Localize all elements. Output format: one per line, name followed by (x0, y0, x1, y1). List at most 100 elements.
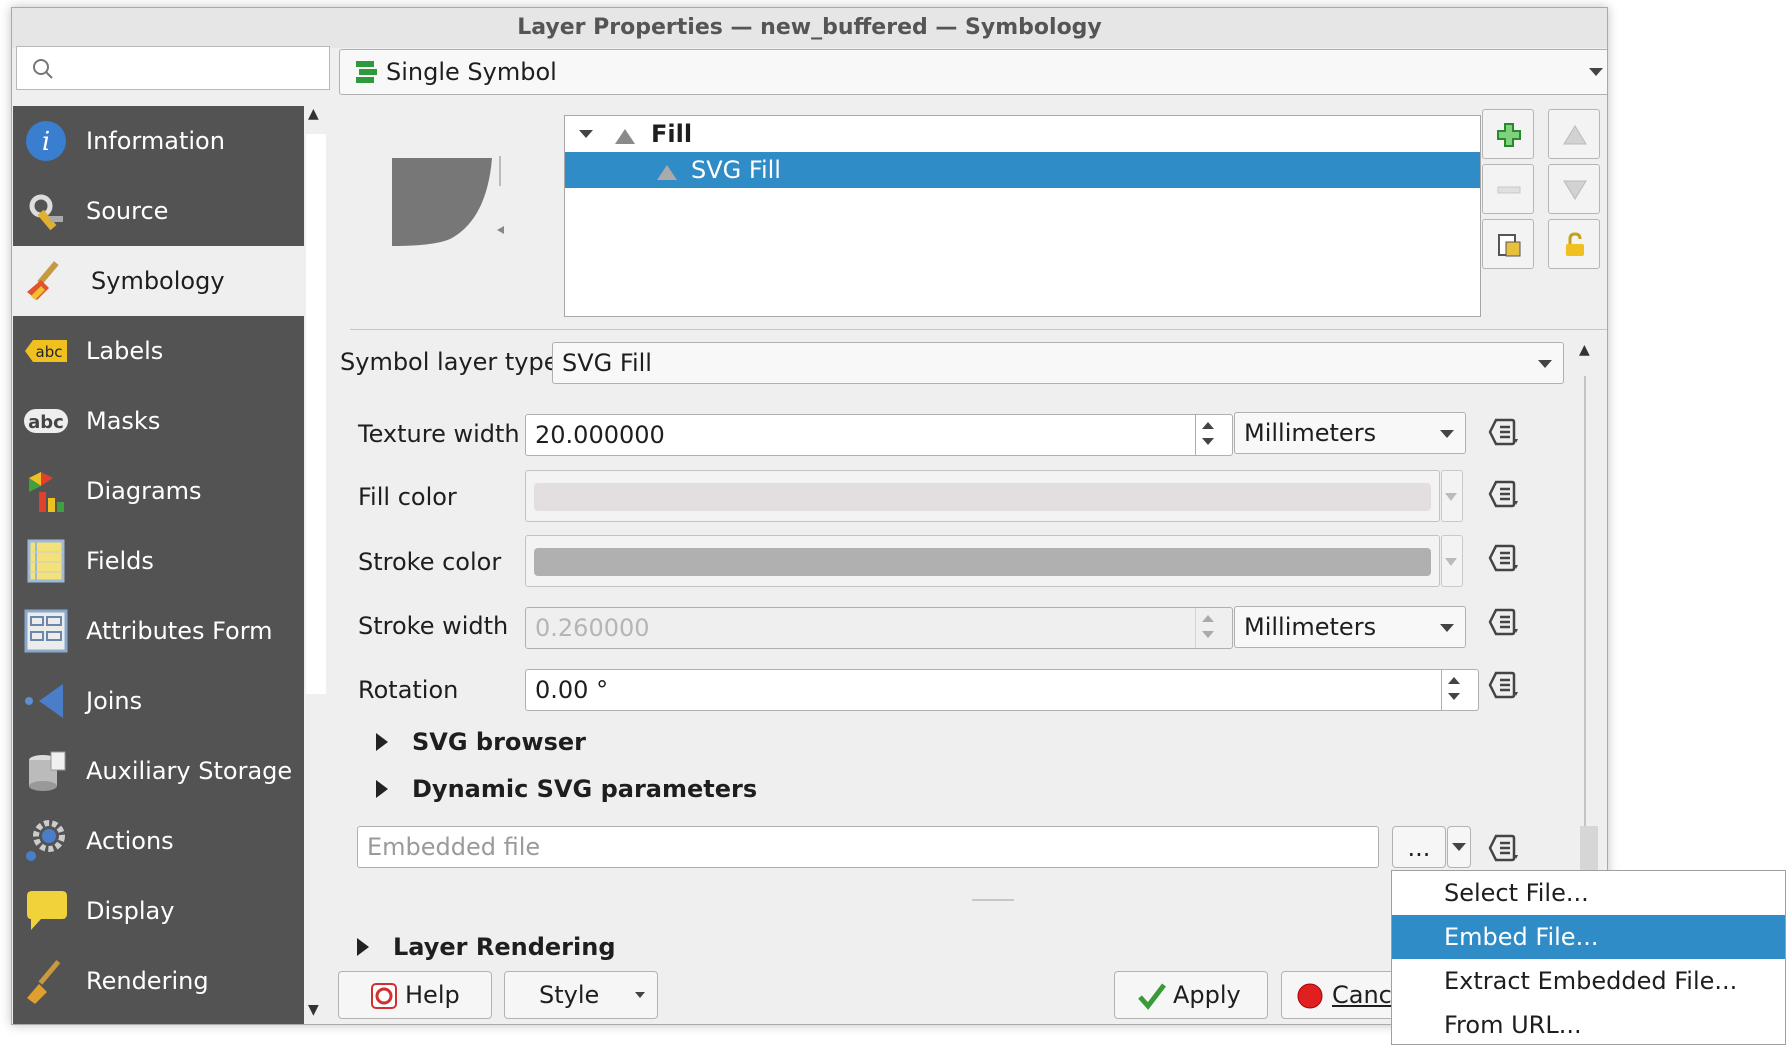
help-button[interactable]: Help (338, 971, 492, 1019)
sidebar-item-actions[interactable]: Actions (13, 806, 304, 876)
texture-width-value: 20.000000 (535, 421, 665, 449)
rendering-brush-icon (27, 959, 61, 1004)
symbol-layer-tree: Fill SVG Fill (564, 115, 1481, 317)
sidebar-item-attributes-form[interactable]: Attributes Form (13, 596, 304, 666)
search-icon (33, 59, 53, 79)
duplicate-icon (1498, 234, 1521, 257)
fill-color-button[interactable] (525, 470, 1440, 522)
expand-arrow-icon[interactable] (579, 130, 593, 138)
texture-width-spinner[interactable] (1195, 415, 1221, 455)
sidebar-item-label: Attributes Form (86, 617, 273, 645)
chevron-down-icon (635, 992, 645, 998)
sidebar-item-masks[interactable]: abc Masks (13, 386, 304, 456)
tree-item-svg-fill[interactable]: SVG Fill (565, 152, 1480, 188)
data-defined-override-button[interactable] (1482, 474, 1526, 514)
sidebar-item-label: Information (86, 127, 225, 155)
sidebar-item-auxiliary-storage[interactable]: Auxiliary Storage (13, 736, 304, 806)
sidebar-item-display[interactable]: Display (13, 876, 304, 946)
remove-symbol-layer-button[interactable] (1482, 164, 1534, 214)
single-symbol-icon (356, 61, 377, 83)
expand-arrow-icon (357, 938, 369, 956)
data-defined-override-button[interactable] (1482, 665, 1526, 705)
data-defined-icon (1488, 834, 1518, 862)
tree-item-fill[interactable]: Fill (565, 116, 1480, 152)
menu-item-from-url[interactable]: From URL... (1392, 1003, 1785, 1047)
expand-arrow-icon (376, 780, 388, 798)
sidebar-item-source[interactable]: Source (13, 176, 304, 246)
stroke-color-label: Stroke color (358, 548, 502, 576)
arrow-down-icon (1563, 180, 1587, 200)
scroll-down-arrow-icon[interactable]: ▼ (308, 1002, 319, 1018)
sidebar-item-label: Source (86, 197, 169, 225)
apply-button[interactable]: Apply (1114, 971, 1268, 1019)
button-label: Canc (1332, 981, 1392, 1009)
sidebar-scrollbar[interactable]: ▲ ▼ (304, 106, 328, 1024)
unit-value: Millimeters (1244, 613, 1377, 641)
stroke-width-label: Stroke width (358, 612, 509, 640)
stroke-width-input[interactable]: 0.260000 (525, 607, 1233, 649)
menu-item-embed-file[interactable]: Embed File... (1392, 915, 1785, 959)
browse-file-dropdown[interactable] (1447, 826, 1471, 868)
minus-icon (1497, 186, 1521, 194)
svg-file-input[interactable]: Embedded file (357, 826, 1379, 868)
stroke-width-unit-select[interactable]: Millimeters (1234, 606, 1466, 648)
sidebar-item-label: Masks (86, 407, 161, 435)
arrow-up-icon (1563, 125, 1587, 145)
data-defined-icon (1488, 544, 1518, 572)
browse-file-button[interactable]: ... (1392, 826, 1446, 868)
scroll-thumb[interactable] (306, 134, 326, 694)
rotation-input[interactable]: 0.00 ° (525, 669, 1479, 711)
checkmark-icon (1138, 983, 1166, 1010)
sidebar-item-fields[interactable]: Fields (13, 526, 304, 596)
sidebar-item-joins[interactable]: Joins (13, 666, 304, 736)
duplicate-layer-button[interactable] (1482, 219, 1534, 269)
sidebar-item-labels[interactable]: abc Labels (13, 316, 304, 386)
add-symbol-layer-button[interactable] (1482, 109, 1534, 159)
texture-width-input[interactable]: 20.000000 (525, 414, 1233, 456)
sidebar-item-symbology[interactable]: Symbology (13, 246, 304, 316)
fill-color-dropdown[interactable] (1441, 470, 1463, 522)
scroll-up-arrow-icon[interactable]: ▲ (1579, 342, 1590, 358)
stroke-color-swatch (534, 548, 1431, 576)
sidebar-item-label: Auxiliary Storage (86, 757, 293, 785)
renderer-select[interactable]: Single Symbol (339, 49, 1607, 95)
stroke-color-button[interactable] (525, 535, 1440, 587)
button-label: Help (405, 981, 460, 1009)
file-placeholder: Embedded file (367, 833, 541, 861)
properties-scrollbar[interactable]: ▲ (1575, 338, 1607, 878)
menu-item-select-file[interactable]: Select File... (1392, 871, 1785, 915)
sidebar-item-label: Fields (86, 547, 154, 575)
browse-label: ... (1407, 834, 1431, 862)
data-defined-override-button[interactable] (1482, 412, 1526, 452)
scroll-thumb[interactable] (1580, 826, 1598, 876)
renderer-label: Single Symbol (386, 58, 557, 86)
svg-fill-layer-icon (657, 165, 677, 180)
rotation-spinner[interactable] (1441, 670, 1467, 710)
lock-layer-button[interactable] (1548, 219, 1600, 269)
scroll-up-arrow-icon[interactable]: ▲ (308, 106, 319, 122)
scroll-track (1584, 376, 1586, 866)
move-up-button[interactable] (1548, 109, 1600, 159)
stroke-width-spinner[interactable] (1195, 608, 1221, 648)
stroke-color-dropdown[interactable] (1441, 535, 1463, 587)
data-defined-override-button[interactable] (1482, 602, 1526, 642)
data-defined-override-button[interactable] (1482, 828, 1526, 868)
search-input[interactable] (16, 46, 330, 90)
sidebar-item-rendering[interactable]: Rendering (13, 946, 304, 1016)
splitter-handle[interactable] (972, 899, 1014, 901)
style-button[interactable]: Style (504, 971, 658, 1019)
sidebar-item-information[interactable]: i Information (13, 106, 304, 176)
attributes-form-icon (24, 609, 68, 653)
fill-layer-icon (615, 129, 635, 144)
texture-width-unit-select[interactable]: Millimeters (1234, 412, 1466, 454)
data-defined-override-button[interactable] (1482, 538, 1526, 578)
stroke-width-value: 0.260000 (535, 614, 650, 642)
unlocked-icon (1566, 232, 1584, 256)
menu-item-extract-embedded-file[interactable]: Extract Embedded File... (1392, 959, 1785, 1003)
rotation-label: Rotation (358, 676, 459, 704)
data-defined-icon (1488, 608, 1518, 636)
section-label: Layer Rendering (393, 933, 616, 961)
symbol-layer-type-select[interactable]: SVG Fill (552, 342, 1564, 384)
sidebar-item-diagrams[interactable]: Diagrams (13, 456, 304, 526)
move-down-button[interactable] (1548, 164, 1600, 214)
